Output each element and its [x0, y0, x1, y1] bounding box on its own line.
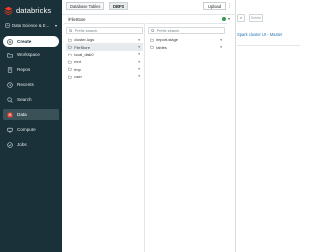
more-options-icon[interactable]: ⋮	[227, 2, 232, 10]
folder-icon	[68, 53, 72, 56]
list-item[interactable]: local_disk0 ▾	[66, 51, 143, 58]
list-item[interactable]: import-stage ▾	[148, 36, 225, 43]
folder-icon	[68, 68, 72, 71]
browser-header: Database Tables DBFS Upload ⋮	[62, 0, 236, 12]
cluster-status-icon	[222, 17, 226, 21]
sidebar-item-label: Search	[17, 97, 32, 102]
list-item[interactable]: cluster-logs ▾	[66, 36, 143, 43]
list-item[interactable]: FileStore ▾	[66, 43, 143, 51]
data-icon	[7, 112, 13, 117]
delete-button[interactable]: Delete	[249, 14, 263, 22]
folder-name: cluster-logs	[74, 37, 95, 43]
search-icon	[7, 96, 13, 103]
sidebar-item-label: Workspace	[17, 52, 40, 57]
chevron-down-icon[interactable]: ▾	[138, 52, 140, 56]
sidebar: databricks Data Science & E... ▾ Create …	[0, 0, 62, 252]
tab-dbfs[interactable]: DBFS	[109, 2, 129, 10]
sidebar-item-label: Compute	[17, 127, 36, 132]
spark-ui-link[interactable]: Spark cluster UI - Master	[237, 32, 282, 37]
sidebar-item-label: Recents	[17, 82, 34, 87]
chevron-down-icon[interactable]: ▾	[138, 45, 140, 49]
sidebar-item-label: Create	[17, 39, 32, 44]
tab-database-tables[interactable]: Database Tables	[66, 2, 105, 10]
workspace-switcher[interactable]: Data Science & E... ▾	[3, 20, 59, 30]
sidebar-item-data[interactable]: Data	[3, 109, 59, 120]
current-path: /FileStore	[68, 16, 86, 22]
sidebar-item-compute[interactable]: Compute	[3, 124, 59, 135]
sidebar-item-repos[interactable]: Repos	[3, 64, 59, 75]
list-item[interactable]: tables ▾	[148, 43, 225, 50]
dbfs-column-root: Prefix search cluster-logs ▾ FileStore ▾ loc…	[64, 23, 145, 252]
divider	[237, 45, 300, 46]
folder-name: user	[74, 74, 82, 80]
main-content: e Delete Spark cluster UI - Master Datab…	[62, 0, 300, 252]
chevron-down-icon[interactable]: ▾	[138, 60, 140, 64]
list-item[interactable]: mnt ▾	[66, 58, 143, 65]
chevron-down-icon[interactable]: ▾	[138, 67, 140, 71]
chevron-down-icon: ▾	[54, 22, 57, 28]
search-icon	[69, 28, 73, 33]
jobs-icon	[7, 141, 13, 148]
sidebar-item-search[interactable]: Search	[3, 94, 59, 105]
chevron-down-icon[interactable]: ▾	[220, 38, 222, 42]
list-item[interactable]: tmp ▾	[66, 66, 143, 73]
search-icon	[151, 28, 155, 33]
folder-list: cluster-logs ▾ FileStore ▾ local_disk0 ▾ mnt ▾ t…	[66, 36, 143, 80]
sidebar-item-label: Repos	[17, 67, 31, 72]
dbfs-file-browser: Database Tables DBFS Upload ⋮ /FileStore…	[62, 0, 236, 252]
folder-icon	[150, 45, 154, 49]
background-toolbar: e Delete	[237, 14, 300, 24]
workspace-label: Data Science & E...	[12, 22, 50, 28]
folder-name: local_disk0	[74, 51, 94, 57]
folder-icon	[7, 53, 13, 57]
folder-name: import-stage	[156, 37, 178, 43]
folder-name: FileStore	[74, 44, 90, 50]
clock-icon	[7, 81, 13, 88]
repo-icon	[7, 66, 13, 73]
chevron-down-icon[interactable]: ▾	[138, 74, 140, 78]
folder-name: mnt	[74, 59, 81, 65]
sidebar-item-create[interactable]: Create	[3, 36, 59, 47]
chevron-down-icon[interactable]: ▾	[220, 45, 222, 49]
sidebar-item-jobs[interactable]: Jobs	[3, 139, 59, 150]
folder-icon	[150, 38, 154, 42]
upload-button[interactable]: Upload	[203, 2, 226, 10]
chevron-down-icon[interactable]: ▾	[138, 38, 140, 42]
folder-icon	[68, 60, 72, 64]
folder-name: tables	[156, 44, 167, 50]
plus-circle-icon	[7, 38, 13, 45]
brand-name: databricks	[16, 6, 52, 15]
sidebar-item-recents[interactable]: Recents	[3, 79, 59, 90]
search-placeholder: Prefix search	[74, 28, 98, 33]
folder-name: tmp	[74, 66, 81, 72]
dbfs-column-filestore: Prefix search import-stage ▾ tables ▾	[146, 23, 227, 252]
prefix-search-input[interactable]: Prefix search	[148, 27, 225, 34]
path-bar: /FileStore ▾	[62, 14, 236, 22]
chevron-down-icon[interactable]: ▾	[228, 16, 230, 21]
sidebar-item-label: Jobs	[17, 142, 27, 147]
compute-icon	[7, 127, 13, 132]
list-item[interactable]: user ▾	[66, 73, 143, 80]
folder-icon	[68, 38, 72, 42]
background-button[interactable]: e	[237, 14, 245, 22]
persona-icon	[5, 22, 10, 28]
sidebar-item-workspace[interactable]: Workspace	[3, 49, 59, 60]
folder-icon	[68, 45, 72, 49]
databricks-logo[interactable]: databricks	[4, 6, 51, 15]
folder-list: import-stage ▾ tables ▾	[148, 36, 225, 51]
databricks-logo-icon	[4, 6, 13, 15]
prefix-search-input[interactable]: Prefix search	[66, 27, 143, 34]
sidebar-item-label: Data	[17, 112, 27, 117]
search-placeholder: Prefix search	[156, 28, 180, 33]
folder-icon	[68, 75, 72, 79]
